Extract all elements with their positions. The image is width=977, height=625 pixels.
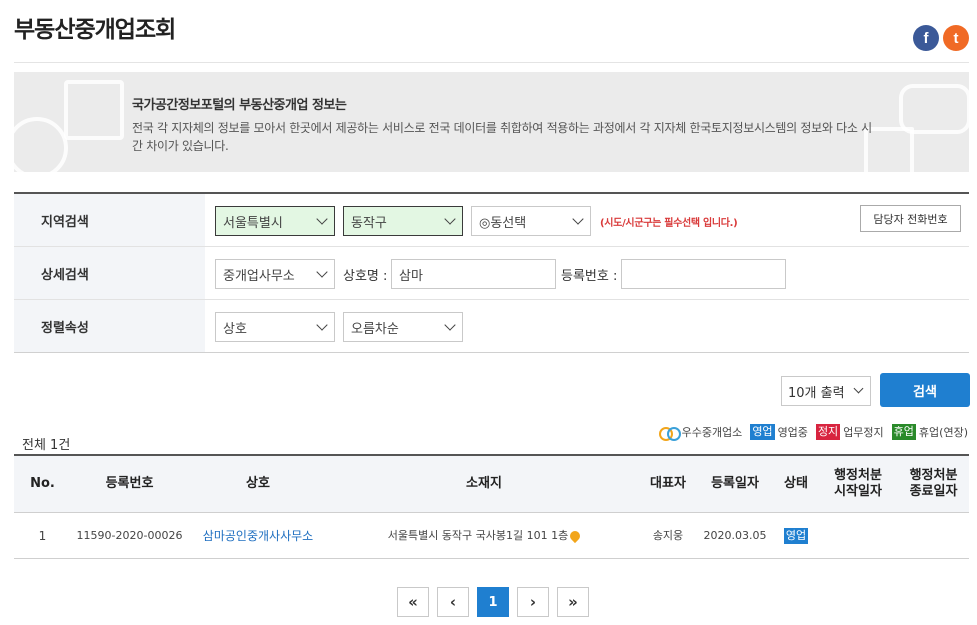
region-search-row: 지역검색 서울특별시 동작구 ◎동선택 (시도/시군구는 필수선택 입니다.) … (14, 194, 969, 247)
row-reg-no: 11590-2020-00026 (76, 528, 183, 542)
sido-select-value: 서울특별시 (223, 215, 283, 231)
result-count: 전체 1건 (22, 438, 71, 453)
chevron-down-icon (316, 266, 328, 278)
row-action-start (818, 513, 898, 558)
table-row: 1 11590-2020-00026 삼마공인중개사사무소 서울특별시 동작구 … (14, 513, 969, 558)
results-table: No. 등록번호 상호 소재지 대표자 등록일자 상태 행정처분 시작일자 행정… (14, 454, 969, 559)
business-name-label: 상호명 : (343, 269, 388, 284)
pagination: « ‹ 1 › » (397, 587, 589, 617)
registration-number-input[interactable] (621, 259, 786, 289)
category-select[interactable]: 중개업사무소 (215, 259, 335, 289)
table-header: No. 등록번호 상호 소재지 대표자 등록일자 상태 행정처분 시작일자 행정… (14, 456, 969, 513)
sort-field-value: 상호 (223, 321, 247, 337)
col-no: No. (30, 476, 55, 491)
col-reg-date: 등록일자 (711, 476, 759, 491)
sort-label: 정렬속성 (14, 300, 205, 352)
rest-badge: 휴업 (891, 424, 916, 440)
page-1-button[interactable]: 1 (477, 587, 509, 617)
legend-stop-label: 업무정지 (843, 426, 884, 439)
stop-badge: 정지 (815, 424, 841, 440)
sort-order-value: 오름차순 (351, 321, 399, 337)
dong-select[interactable]: ◎동선택 (471, 206, 591, 236)
status-legend: 우수중개업소 영업 영업중 정지 업무정지 휴업 휴업(연장) (658, 424, 968, 441)
sido-select[interactable]: 서울특별시 (215, 206, 335, 236)
chevron-down-icon (316, 213, 328, 225)
chevron-down-icon (853, 383, 864, 394)
contact-phone-button[interactable]: 담당자 전화번호 (860, 205, 961, 232)
search-button[interactable]: 검색 (880, 373, 970, 407)
legend-rest: 휴업 휴업(연장) (891, 424, 968, 440)
col-reg-no: 등록번호 (105, 476, 154, 491)
required-note: (시도/시군구는 필수선택 입니다.) (600, 218, 738, 229)
sort-order-select[interactable]: 오름차순 (343, 312, 463, 342)
per-page-value: 10개 출력 (788, 385, 845, 401)
banner-heading: 국가공간정보포털의 부동산중개업 정보는 (132, 98, 347, 113)
col-action-start: 행정처분 시작일자 (834, 468, 882, 499)
chevron-down-icon (444, 213, 456, 225)
next-page-button[interactable]: › (517, 587, 549, 617)
sigungu-select[interactable]: 동작구 (343, 206, 463, 236)
col-ceo: 대표자 (650, 476, 686, 491)
chevron-down-icon (316, 319, 328, 331)
detail-search-label: 상세검색 (14, 247, 205, 299)
row-status: 영업 (774, 513, 818, 558)
search-form: 지역검색 서울특별시 동작구 ◎동선택 (시도/시군구는 필수선택 입니다.) … (14, 192, 969, 353)
per-page-select[interactable]: 10개 출력 (781, 376, 871, 406)
map-pin-icon[interactable] (568, 528, 583, 543)
legend-stop: 정지 업무정지 (815, 424, 884, 440)
col-action-end: 행정처분 종료일자 (909, 468, 958, 499)
legend-rest-label: 휴업(연장) (918, 426, 968, 439)
title-divider (14, 62, 969, 63)
row-name-link[interactable]: 삼마공인중개사사무소 (188, 513, 328, 558)
row-reg-date: 2020.03.05 (703, 528, 767, 542)
legend-open-label: 영업중 (777, 426, 808, 439)
col-name: 상호 (246, 476, 270, 491)
row-address-text: 서울특별시 동작구 국사봉1길 101 1층 (387, 528, 569, 542)
store-icon (64, 80, 124, 140)
open-badge: 영업 (750, 424, 775, 440)
row-ceo: 송지웅 (652, 528, 684, 542)
prev-page-button[interactable]: ‹ (437, 587, 469, 617)
banner-text: 전국 각 지자체의 정보를 모아서 한곳에서 제공하는 서비스로 전국 데이터를… (132, 121, 872, 153)
twitter-icon[interactable]: t (943, 25, 969, 51)
last-page-button[interactable]: » (557, 587, 589, 617)
first-page-button[interactable]: « (397, 587, 429, 617)
chevron-down-icon (444, 319, 456, 331)
detail-search-row: 상세검색 중개업사무소 상호명 : 삼마 등록번호 : (14, 247, 969, 300)
legend-open: 영업 영업중 (750, 424, 808, 440)
info-banner: 국가공간정보포털의 부동산중개업 정보는 전국 각 지자체의 정보를 모아서 한… (14, 72, 969, 172)
business-name-input[interactable]: 삼마 (391, 259, 556, 289)
row-address: 서울특별시 동작구 국사봉1길 101 1층 (328, 513, 640, 558)
legend-excellent-label: 우수중개업소 (681, 426, 743, 439)
sort-row: 정렬속성 상호 오름차순 (14, 300, 969, 353)
business-name-value: 삼마 (399, 268, 423, 284)
sort-field-select[interactable]: 상호 (215, 312, 335, 342)
col-status: 상태 (784, 476, 808, 491)
target-icon (14, 117, 68, 172)
col-address: 소재지 (466, 476, 502, 491)
row-action-end (898, 513, 969, 558)
registration-number-label: 등록번호 : (561, 269, 618, 284)
row-no: 1 (38, 528, 47, 543)
excellent-agency-icon (658, 426, 681, 441)
sigungu-select-value: 동작구 (351, 215, 387, 231)
page-title: 부동산중개업조회 (14, 17, 176, 43)
status-badge: 영업 (783, 527, 809, 544)
legend-excellent: 우수중개업소 (658, 424, 743, 441)
facebook-icon[interactable]: f (913, 25, 939, 51)
region-search-label: 지역검색 (14, 194, 205, 246)
dong-select-value: ◎동선택 (479, 215, 527, 231)
category-select-value: 중개업사무소 (223, 268, 295, 284)
chevron-down-icon (572, 213, 584, 225)
share-buttons: f t (913, 25, 969, 51)
